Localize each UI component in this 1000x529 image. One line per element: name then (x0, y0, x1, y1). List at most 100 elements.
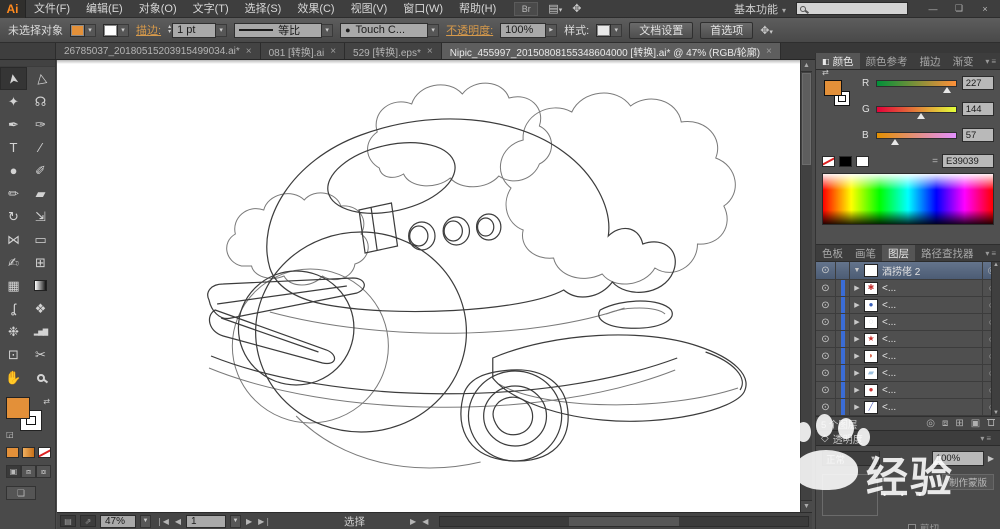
close-tab-icon[interactable]: × (766, 46, 772, 57)
layer-name[interactable]: <... (882, 283, 982, 294)
swap-icon[interactable]: ⇄ (822, 68, 829, 77)
layer-name[interactable]: <... (882, 351, 982, 362)
expand-triangle-icon[interactable]: ▶ (850, 335, 864, 343)
tab-brushes[interactable]: 画笔 (849, 245, 882, 261)
artboard-dropdown-icon[interactable]: ▼ (230, 514, 242, 528)
checkbox-icon[interactable] (908, 524, 916, 529)
paintbrush-tool[interactable]: ✐ (27, 159, 54, 182)
draw-normal-button[interactable]: ▣ (6, 465, 21, 478)
close-tab-icon[interactable]: × (427, 46, 433, 57)
brush-dropdown[interactable]: ● Touch C... ▾ (340, 22, 440, 38)
black-swatch[interactable] (839, 155, 852, 167)
visibility-eye-icon[interactable]: ⊙ (816, 399, 836, 415)
panel-menu-icon[interactable]: ▾ ≡ (985, 53, 1000, 69)
symbol-sprayer-tool[interactable]: ❉ (0, 320, 27, 343)
cursor-options-icon[interactable]: ✥▾ (760, 24, 773, 37)
blend-tool[interactable]: ❖ (27, 297, 54, 320)
selection-column[interactable] (836, 262, 850, 279)
hex-field[interactable]: E39039 (942, 154, 994, 168)
layer-name[interactable]: <... (882, 317, 982, 328)
tab-color-guide[interactable]: 颜色参考 (860, 53, 914, 69)
expand-triangle-icon[interactable]: ▶ (850, 352, 864, 360)
layer-row-parent[interactable]: ⊙ ▼ 酒捞佬 2 ◎ (816, 262, 1000, 280)
chevron-down-icon[interactable]: ▾ (118, 23, 129, 37)
opacity-link[interactable]: 不透明度: (446, 22, 493, 38)
perspective-grid-tool[interactable]: ⊞ (27, 251, 54, 274)
eyedropper-tool[interactable]: ʆ (0, 297, 27, 320)
menu-edit[interactable]: 编辑(E) (78, 0, 131, 18)
layer-thumbnail[interactable]: ╱ (864, 400, 878, 414)
panel-fill-box[interactable] (824, 80, 842, 96)
mesh-tool[interactable]: ▦ (0, 274, 27, 297)
layer-name[interactable]: <... (882, 300, 982, 311)
stroke-weight-control[interactable]: ▴ ▾ 1 pt ▾ (168, 22, 228, 38)
artboard-tool[interactable]: ⊡ (0, 343, 27, 366)
layer-thumbnail[interactable]: ★ (864, 332, 878, 346)
layer-thumbnail[interactable]: ▰ (864, 366, 878, 380)
tab-layers[interactable]: 图层 (882, 245, 915, 261)
slider-thumb[interactable] (943, 86, 952, 93)
layer-name[interactable]: 酒捞佬 2 (882, 263, 982, 278)
vertical-scroll-thumb[interactable] (802, 73, 811, 165)
document-tab-1[interactable]: 26785037_20180515203915499034.ai* × (56, 43, 261, 59)
green-value-field[interactable]: 144 (961, 102, 994, 116)
scroll-up-icon[interactable]: ▲ (801, 60, 812, 72)
layer-thumbnail[interactable]: ◌ (864, 315, 878, 329)
bridge-button[interactable]: Br (514, 1, 539, 16)
make-mask-button[interactable]: 制作蒙版 (941, 474, 994, 490)
draw-inside-button[interactable]: ⧇ (36, 465, 51, 478)
first-artboard-button[interactable]: ❘◀ (155, 517, 170, 526)
new-sublayer-icon[interactable]: ⊞ (955, 418, 963, 429)
document-tab-4-active[interactable]: Nipic_455997_20150808155348604000 [转换].a… (441, 43, 781, 59)
visibility-eye-icon[interactable]: ⊙ (816, 365, 836, 381)
swap-fill-stroke-icon[interactable]: ⇄ (43, 397, 50, 406)
curvature-tool[interactable]: ✑ (27, 113, 54, 136)
layer-thumbnail[interactable]: ● (864, 298, 878, 312)
layer-row[interactable]: ⊙ ▶ ● <... ○ (816, 297, 1000, 314)
chevron-right-icon[interactable]: ▶ (546, 23, 558, 37)
selection-column[interactable] (836, 331, 850, 347)
stroke-weight-field[interactable]: 1 pt (172, 22, 217, 38)
fill-swatch[interactable] (70, 23, 85, 37)
opacity-stepper-icon[interactable]: ▶ (988, 454, 994, 463)
close-button[interactable]: × (974, 2, 996, 16)
selection-tool[interactable]: ➤ (0, 67, 27, 90)
fill-color-control[interactable]: ▾ (70, 23, 96, 37)
opacity-control[interactable]: 100% ▶ (500, 22, 558, 38)
type-tool[interactable]: T (0, 136, 27, 159)
style-swatch[interactable] (596, 23, 612, 37)
horizontal-scroll-thumb[interactable] (569, 516, 680, 526)
pencil-tool[interactable]: ✏ (0, 182, 27, 205)
selection-column[interactable] (836, 314, 850, 330)
scroll-down-icon[interactable]: ▼ (993, 410, 999, 416)
object-thumbnail-well[interactable] (822, 474, 878, 516)
menu-help[interactable]: 帮助(H) (451, 0, 504, 18)
gradient-tool[interactable] (27, 274, 54, 297)
layer-thumbnail[interactable]: ● (864, 383, 878, 397)
tab-stroke[interactable]: 描边 (914, 53, 947, 69)
close-tab-icon[interactable]: × (330, 46, 336, 57)
document-setup-button[interactable]: 文档设置 (629, 21, 694, 39)
layer-name[interactable]: <... (882, 385, 982, 396)
red-slider[interactable] (876, 79, 957, 93)
slider-thumb[interactable] (890, 138, 899, 145)
selection-column[interactable] (836, 297, 850, 313)
expand-triangle-icon[interactable]: ▶ (850, 386, 864, 394)
tab-gradient[interactable]: 渐变 (947, 53, 980, 69)
expand-triangle-icon[interactable]: ▶ (850, 403, 864, 411)
default-swatches-icon[interactable]: ◲ (6, 430, 14, 439)
gradient-button[interactable] (22, 447, 35, 458)
layer-row[interactable]: ⊙ ▶ ◌ <... ○ (816, 314, 1000, 331)
screen-mode-button[interactable]: ❏ (6, 486, 36, 500)
menu-window[interactable]: 窗口(W) (395, 0, 451, 18)
scale-tool[interactable]: ⇲ (27, 205, 54, 228)
layer-name[interactable]: <... (882, 368, 982, 379)
menu-select[interactable]: 选择(S) (237, 0, 290, 18)
free-transform-tool[interactable]: ▭ (27, 228, 54, 251)
tools-panel-grip[interactable] (0, 60, 55, 67)
expand-triangle-icon[interactable]: ▶ (850, 284, 864, 292)
scroll-up-icon[interactable]: ▲ (993, 262, 999, 268)
menu-type[interactable]: 文字(T) (185, 0, 237, 18)
delete-layer-icon[interactable]: ⊔ (987, 419, 995, 429)
green-slider[interactable] (876, 105, 957, 119)
